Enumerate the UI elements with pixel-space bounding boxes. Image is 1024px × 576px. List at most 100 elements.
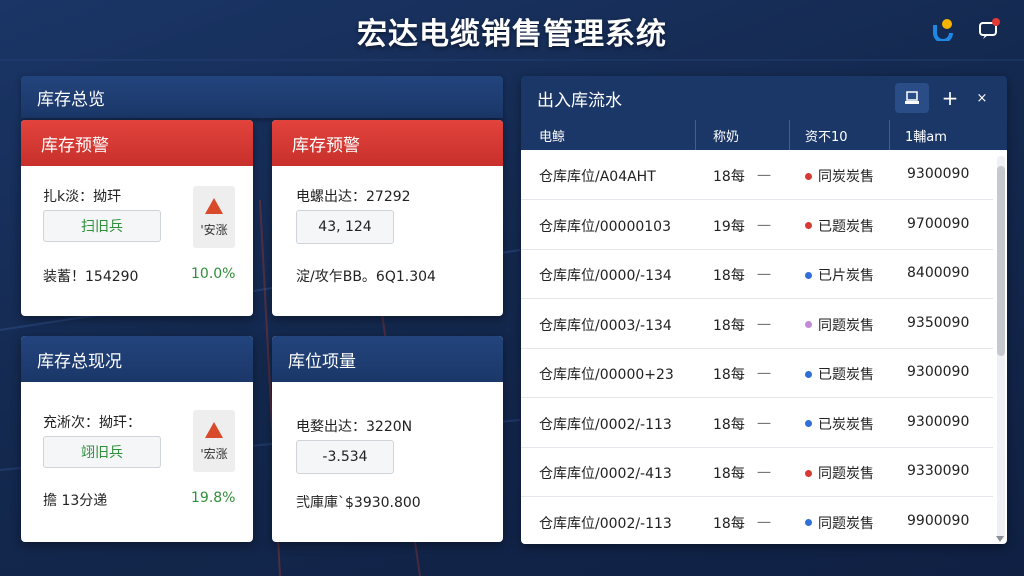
export-button[interactable] — [895, 83, 929, 113]
card-action-button[interactable]: 翊旧兵 — [43, 436, 161, 468]
status-dot-icon — [805, 222, 812, 229]
collapse-icon[interactable]: × — [971, 83, 993, 113]
amount-cell: 9300090 — [907, 166, 970, 182]
status-dot-icon — [805, 469, 812, 477]
warning-badge-text: '宏涨 — [200, 446, 228, 461]
location-volume-card: 库位项量 电婺出达：3220N -3.534 弐庫庫`$3930.800 — [272, 336, 503, 542]
column-header[interactable]: 电鲸 — [539, 126, 565, 145]
app-title: 宏达电缆销售管理系统 — [357, 17, 667, 52]
status-cell: 已题炭售 — [805, 364, 874, 384]
card-value-box: -3.534 — [296, 440, 394, 474]
scrollbar[interactable] — [997, 156, 1005, 540]
dash-cell: 一 — [757, 367, 771, 383]
location-cell: 仓库库位/0003/-134 — [539, 317, 672, 334]
card-field-label: 充淅次：拗玕： — [43, 415, 141, 431]
status-dot-icon — [805, 519, 812, 526]
card-title: 库位项量 — [288, 351, 356, 372]
stock-status-card: 库存总现况 充淅次：拗玕： 翊旧兵 '宏涨 擔 13分递 19.8% — [21, 336, 253, 542]
amount-cell: 9900090 — [907, 512, 970, 529]
add-button[interactable]: + — [939, 83, 961, 113]
table-row[interactable]: 仓库库位/00000103 19每一 已题炭售 9700090 — [521, 200, 993, 250]
status-dot-icon — [805, 172, 812, 180]
card-stat-line: 弐庫庫`$3930.800 — [296, 495, 421, 511]
table-row[interactable]: 仓库库位/0002/-113 18每一 已炭炭售 9300090 — [521, 398, 993, 448]
status-text: 已题炭售 — [818, 218, 874, 235]
column-header[interactable]: 称奶 — [713, 126, 739, 145]
card-stat-line: 淀/攻乍BB。6Q1.304 — [296, 269, 436, 285]
qty-cell: 18每 — [713, 268, 745, 284]
card-header: 库存预警 — [272, 120, 503, 166]
dash-cell: 一 — [757, 416, 771, 433]
card-action-button[interactable]: 扫旧兵 — [43, 210, 161, 242]
card-stat-line: 装蓄！154290 — [43, 269, 139, 285]
location-cell: 仓库库位/0002/-113 — [539, 515, 672, 532]
stock-flow-panel: 出入库流水 + × 电鲸 称奶 资不10 1輔am 仓库库位/A04AHT 18每… — [521, 76, 1007, 544]
location-cell: 仓库库位/0000/-134 — [539, 268, 672, 284]
card-percent: 19.8% — [191, 490, 236, 506]
card-header: 库存总现况 — [21, 336, 253, 382]
scrollbar-thumb[interactable] — [997, 166, 1005, 356]
card-title: 库存预警 — [292, 135, 360, 156]
location-cell: 仓库库位/0002/-113 — [539, 416, 672, 433]
dash-cell: 一 — [757, 515, 771, 532]
table-row[interactable]: 仓库库位/0003/-134 18每一 同题炭售 9350090 — [521, 299, 993, 349]
qty-cell: 18每 — [713, 367, 745, 383]
card-title: 库存预警 — [41, 135, 109, 156]
qty-cell: 18每 — [713, 169, 745, 185]
status-dot-icon — [805, 370, 812, 378]
table-row[interactable]: 仓库库位/0002/-413 18每一 同题炭售 9330090 — [521, 447, 993, 497]
inventory-overview-title: 库存总览 — [37, 89, 105, 110]
flow-panel-title: 出入库流水 — [537, 90, 622, 111]
table-row[interactable]: 仓库库位/0002/-113 18每一 同题炭售 9900090 — [521, 497, 993, 545]
qty-cell: 18每 — [713, 515, 745, 532]
status-text: 同题炭售 — [818, 515, 874, 532]
card-percent: 10.0% — [191, 266, 236, 282]
brand-logo-icon[interactable] — [930, 16, 956, 42]
dash-cell: 一 — [757, 169, 771, 185]
status-dot-icon — [805, 420, 812, 427]
card-stat-line: 擔 13分递 — [43, 493, 108, 509]
dash-cell: 一 — [757, 317, 771, 334]
card-value-box: 43, 124 — [296, 210, 394, 244]
dash-cell: 一 — [757, 218, 771, 235]
warning-icon — [205, 421, 223, 438]
status-text: 同题炭售 — [818, 466, 874, 482]
qty-cell: 18每 — [713, 317, 745, 334]
print-icon — [905, 91, 919, 104]
table-row[interactable]: 仓库库位/00000+23 18每一 已题炭售 9300090 — [521, 348, 993, 398]
table-row[interactable]: 仓库库位/A04AHT 18每一 同炭炭售 9300090 — [521, 150, 993, 200]
scroll-down-icon[interactable] — [996, 536, 1004, 542]
column-header[interactable]: 资不10 — [805, 126, 848, 145]
status-cell: 已炭炭售 — [805, 414, 874, 434]
amount-cell: 9350090 — [907, 314, 970, 331]
inventory-overview-header: 库存总览 — [21, 76, 503, 118]
qty-cell: 18每 — [713, 466, 745, 482]
status-text: 已炭炭售 — [818, 416, 874, 433]
amount-cell: 9330090 — [907, 463, 970, 479]
warning-badge-text: '安涨 — [200, 222, 228, 237]
amount-cell: 9700090 — [907, 215, 970, 232]
top-bar: 宏达电缆销售管理系统 — [0, 0, 1024, 62]
card-field-label: 扎k淡：拗玕 — [43, 189, 122, 205]
status-cell: 同题炭售 — [805, 463, 874, 483]
location-cell: 仓库库位/A04AHT — [539, 169, 656, 185]
status-text: 已片炭售 — [818, 268, 874, 284]
warning-badge: '安涨 — [193, 186, 235, 248]
status-cell: 同炭炭售 — [805, 166, 874, 186]
flow-panel-header: 出入库流水 + × — [521, 76, 1007, 120]
amount-cell: 8400090 — [907, 265, 970, 281]
stock-warning-card-2: 库存预警 电螺出达：27292 43, 124 淀/攻乍BB。6Q1.304 — [272, 120, 503, 316]
flow-table-header: 电鲸 称奶 资不10 1輔am — [521, 120, 1007, 150]
location-cell: 仓库库位/0002/-413 — [539, 466, 672, 482]
status-dot-icon — [805, 321, 812, 328]
notification-icon[interactable] — [976, 16, 1002, 42]
card-field-label: 电婺出达：3220N — [296, 419, 413, 435]
table-row[interactable]: 仓库库位/0000/-134 18每一 已片炭售 8400090 — [521, 249, 993, 299]
status-text: 同题炭售 — [818, 317, 874, 334]
qty-cell: 18每 — [713, 416, 745, 433]
card-header: 库存预警 — [21, 120, 253, 166]
status-text: 同炭炭售 — [818, 169, 874, 185]
column-header[interactable]: 1輔am — [905, 126, 947, 145]
location-cell: 仓库库位/00000103 — [539, 218, 671, 235]
status-cell: 已题炭售 — [805, 216, 874, 236]
